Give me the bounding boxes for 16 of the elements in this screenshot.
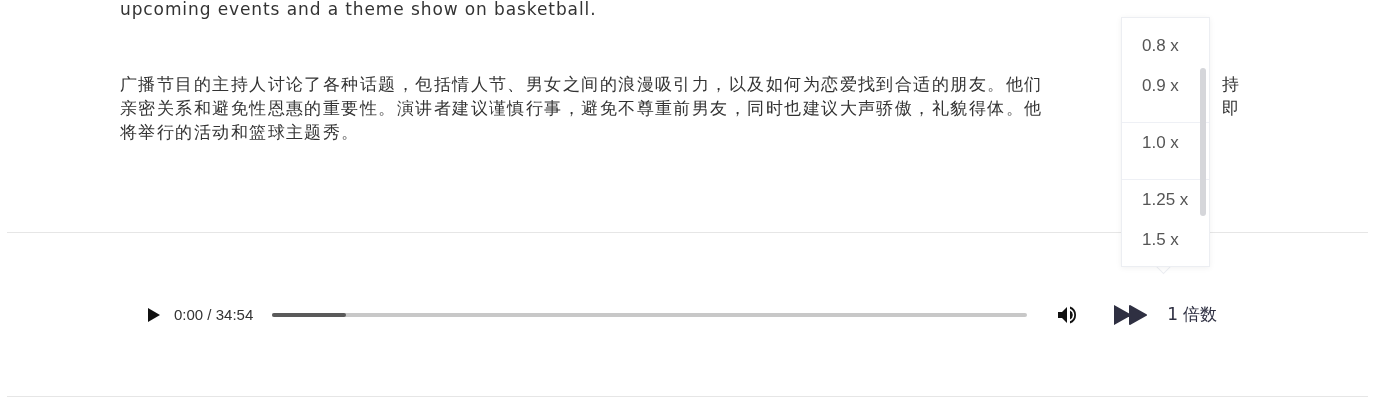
paragraph-line: 即 — [1221, 97, 1240, 120]
scrollbar[interactable] — [1200, 68, 1206, 216]
paragraph-line: 持 — [1221, 73, 1240, 96]
speed-button[interactable]: 1 倍数 — [1167, 303, 1218, 326]
paragraph-line: 广播节目的主持人讨论了各种话题，包括情人节、男女之间的浪漫吸引力，以及如何为恋爱找到合适的朋友。他们 — [120, 73, 1043, 96]
speed-option[interactable]: 1.5 x — [1122, 220, 1209, 260]
progress-track[interactable] — [272, 312, 1028, 317]
paragraph: upcoming events and a theme show on basketball. — [120, 0, 598, 19]
play-icon[interactable] — [148, 307, 160, 322]
speed-option[interactable]: 0.9 x — [1122, 66, 1209, 106]
fast-forward-icon[interactable] — [1114, 304, 1148, 325]
speed-option[interactable]: 0.8 x — [1122, 26, 1209, 66]
paragraph-line: 将举行的活动和篮球主题秀。 — [120, 121, 360, 144]
time-display: 0:00 / 34:54 — [174, 306, 254, 323]
paragraph-line: 亲密关系和避免性恩惠的重要性。演讲者建议谨慎行事，避免不尊重前男友，同时也建议大声骄傲，礼貌得体。他 — [120, 97, 1043, 120]
volume-icon[interactable] — [1058, 305, 1078, 324]
